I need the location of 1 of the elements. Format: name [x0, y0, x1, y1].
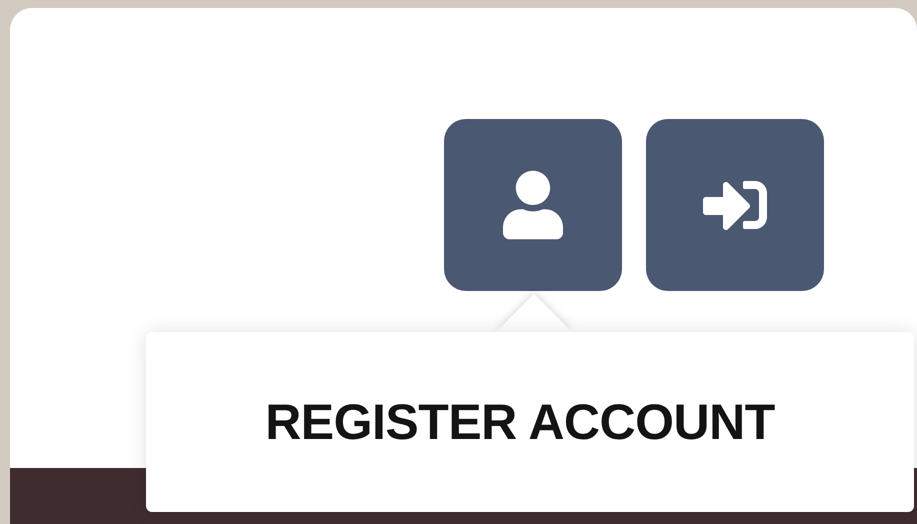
tooltip-text: REGISTER ACCOUNT — [265, 392, 775, 452]
